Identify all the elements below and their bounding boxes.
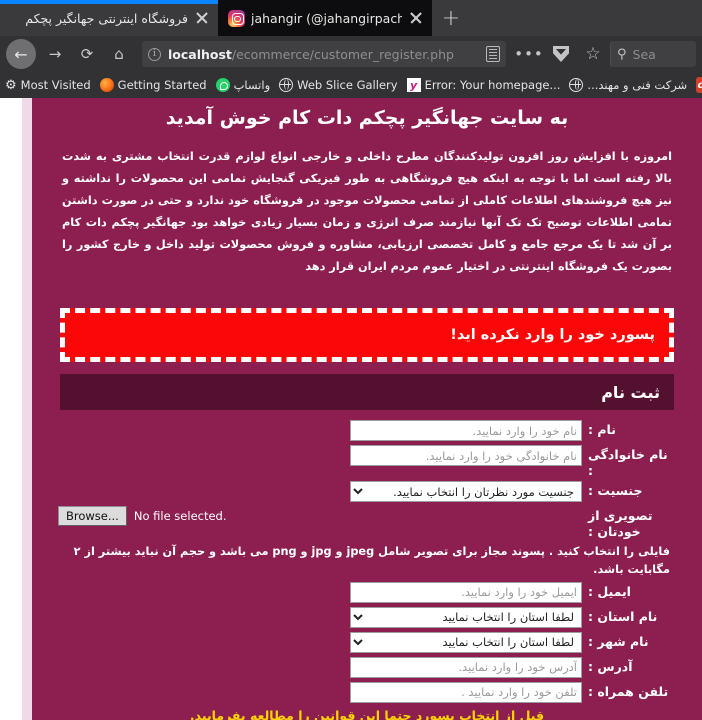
address-input[interactable]: [350, 656, 582, 678]
password-rules-note: قبل از انتخاب پسورد حتما این قوانین را م…: [58, 708, 676, 720]
label-mobile: تلفن همراه :: [588, 683, 669, 699]
reader-view-icon[interactable]: [486, 46, 500, 62]
form-row-photo: تصویری از خودتان : Browse... No file sel…: [58, 506, 676, 539]
label-photo: تصویری از خودتان :: [588, 508, 653, 539]
label-gender: جنسیت :: [588, 483, 643, 499]
tab-strip: فروشگاه اینترنتی جهانگیر پچکم jahangir (…: [0, 0, 702, 36]
label-address: آدرس :: [588, 658, 633, 674]
pocket-icon[interactable]: [546, 40, 576, 68]
bookmark-most-visited[interactable]: ⚙ Most Visited: [5, 78, 91, 93]
yahoo-icon: y: [406, 78, 421, 92]
gender-select[interactable]: جنسیت مورد نظرتان را انتخاب نمایید.: [350, 481, 582, 503]
label-lastname: نام خانوادگی :: [588, 447, 668, 478]
section-title: ثبت نام: [601, 382, 660, 402]
bookmark-error-homepage[interactable]: y Error: Your homepage...: [406, 78, 561, 92]
navigation-bar: ← → ⟳ ⌂ i localhost/ecommerce/customer_r…: [0, 36, 702, 72]
tab-title: jahangir (@jahangirpachkam) • Ins: [251, 10, 402, 26]
form-row-firstname: نام :: [58, 420, 676, 442]
label-province: نام استان :: [588, 608, 658, 624]
globe-icon: [569, 78, 584, 92]
firstname-input[interactable]: [350, 420, 582, 442]
register-section-header: ثبت نام: [60, 374, 674, 411]
mobile-input[interactable]: [350, 681, 582, 703]
label-email: ایمیل :: [588, 583, 631, 599]
lastname-input[interactable]: [350, 445, 582, 467]
tab-instagram[interactable]: jahangir (@jahangirpachkam) • Ins: [218, 0, 432, 36]
browse-button[interactable]: Browse...: [58, 506, 127, 527]
url-host: localhost: [168, 46, 232, 62]
cp-icon: cP: [696, 77, 702, 93]
tab-shop[interactable]: فروشگاه اینترنتی جهانگیر پچکم: [0, 0, 218, 36]
whatsapp-icon: [215, 78, 230, 92]
bookmark-label: شرکت فنی و مهند...: [587, 78, 688, 92]
forward-icon[interactable]: →: [40, 40, 70, 68]
bookmark-star-icon[interactable]: ☆: [578, 40, 608, 68]
form-row-province: نام استان : لطفا استان را انتخاب نمایید: [58, 606, 676, 629]
label-city: نام شهر :: [588, 633, 649, 649]
password-rules-link[interactable]: قبل از انتخاب پسورد حتما این قوانین را م…: [190, 708, 544, 720]
error-alert: پسورد خود را وارد نکرده اید!: [60, 308, 674, 363]
browser-chrome: فروشگاه اینترنتی جهانگیر پچکم jahangir (…: [0, 0, 702, 98]
bookmark-label: Most Visited: [20, 78, 91, 92]
form-row-lastname: نام خانوادگی :: [58, 445, 676, 478]
file-status-label: No file selected.: [133, 509, 227, 524]
bookmarks-bar: ⚙ Most Visited Getting Started واتساپ We…: [0, 72, 702, 98]
url-path: /ecommerce/customer_register.php: [231, 46, 454, 62]
bookmark-label: Error: Your homepage...: [424, 78, 561, 92]
file-help-text: فایلی را انتخاب کنید . پسوند مجاز برای ت…: [73, 544, 670, 577]
globe-icon: [279, 78, 294, 92]
label-firstname: نام :: [588, 422, 616, 438]
form-row-mobile: تلفن همراه :: [58, 681, 676, 704]
bookmark-label: Getting Started: [117, 78, 207, 92]
bookmark-label: Web Slice Gallery: [297, 78, 398, 92]
url-text: localhost/ecommerce/customer_register.ph…: [168, 47, 454, 62]
page-viewport: به سایت جهانگیر پچکم دات کام خوش آمدید ا…: [0, 98, 702, 720]
form-row-email: ایمیل :: [58, 581, 676, 604]
alert-message: پسورد خود را وارد نکرده اید!: [450, 327, 655, 344]
firefox-icon: [99, 78, 114, 92]
page-title: به سایت جهانگیر پچکم دات کام خوش آمدید: [165, 107, 569, 129]
close-icon[interactable]: [194, 10, 210, 26]
bookmark-getting-started[interactable]: Getting Started: [99, 78, 207, 92]
province-select[interactable]: لطفا استان را انتخاب نمایید: [350, 606, 582, 628]
close-icon[interactable]: [408, 10, 424, 26]
site-info-icon[interactable]: i: [148, 47, 161, 61]
page-content: به سایت جهانگیر پچکم دات کام خوش آمدید ا…: [32, 98, 702, 720]
search-placeholder: Sea: [632, 46, 656, 62]
bookmark-cp[interactable]: cP: [696, 77, 702, 93]
bookmark-whatsapp[interactable]: واتساپ: [215, 78, 271, 92]
reload-icon[interactable]: ⟳: [72, 40, 102, 68]
bookmark-web-slice-gallery[interactable]: Web Slice Gallery: [279, 78, 398, 92]
form-row-address: آدرس :: [58, 656, 676, 679]
bookmark-engineering-company[interactable]: شرکت فنی و مهند...: [569, 78, 687, 92]
gear-icon: ⚙: [5, 77, 17, 93]
file-input-group: Browse... No file selected.: [58, 506, 227, 527]
city-select[interactable]: لطفا استان را انتخاب نمایید: [350, 631, 582, 653]
email-input[interactable]: [350, 581, 582, 603]
url-bar[interactable]: i localhost/ecommerce/customer_register.…: [142, 41, 506, 67]
registration-form: نام : نام خانوادگی : جنسیت : جنسیت مورد …: [58, 420, 676, 720]
search-icon: ⚲: [617, 46, 627, 62]
page-side-strip: [22, 98, 32, 720]
form-row-gender: جنسیت : جنسیت مورد نظرتان را انتخاب نمای…: [58, 481, 676, 503]
page-actions-icon[interactable]: •••: [514, 40, 544, 68]
search-bar[interactable]: ⚲ Sea: [610, 41, 696, 67]
back-icon[interactable]: ←: [6, 39, 36, 69]
intro-paragraph: امروزه با افزایش روز افزون تولیدکنندگان …: [62, 150, 672, 274]
bookmark-label: واتساپ: [233, 78, 271, 92]
new-tab-button[interactable]: +: [432, 0, 470, 36]
instagram-icon: [228, 9, 245, 27]
home-icon[interactable]: ⌂: [104, 40, 134, 68]
form-row-city: نام شهر : لطفا استان را انتخاب نمایید: [58, 631, 676, 654]
tab-title: فروشگاه اینترنتی جهانگیر پچکم: [25, 10, 188, 26]
